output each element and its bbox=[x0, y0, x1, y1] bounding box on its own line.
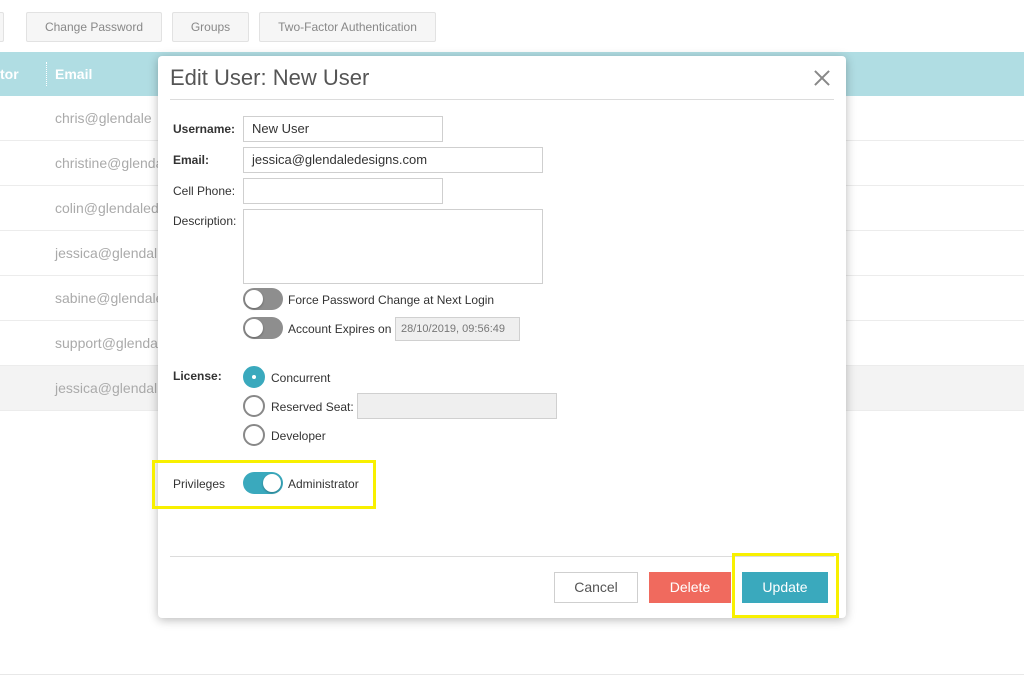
license-concurrent-radio[interactable] bbox=[243, 366, 265, 388]
row-email: support@glenda bbox=[55, 335, 158, 351]
cancel-button[interactable]: Cancel bbox=[554, 572, 638, 603]
force-password-toggle[interactable] bbox=[243, 288, 283, 310]
change-password-button[interactable]: Change Password bbox=[26, 12, 162, 42]
email-label: Email: bbox=[173, 153, 210, 167]
row-email: colin@glendaled bbox=[55, 200, 159, 216]
force-password-label: Force Password Change at Next Login bbox=[288, 293, 495, 307]
row-email: jessica@glendal bbox=[55, 245, 158, 261]
title-divider bbox=[170, 99, 834, 100]
license-developer-label: Developer bbox=[271, 429, 326, 443]
toggle-knob bbox=[245, 290, 263, 308]
username-label: Username: bbox=[173, 122, 236, 136]
privileges-highlight-box bbox=[152, 460, 376, 509]
username-input[interactable]: New User bbox=[243, 116, 443, 142]
column-separator[interactable] bbox=[46, 62, 47, 86]
column-header-email[interactable]: Email bbox=[55, 66, 92, 82]
two-factor-button[interactable]: Two-Factor Authentication bbox=[259, 12, 436, 42]
expiry-date-field[interactable]: 28/10/2019, 09:56:49 bbox=[395, 317, 520, 341]
groups-button[interactable]: Groups bbox=[172, 12, 249, 42]
toolbar-button-partial[interactable] bbox=[0, 12, 4, 42]
license-reserved-label: Reserved Seat: bbox=[271, 400, 354, 414]
dialog-title: Edit User: New User bbox=[170, 65, 370, 90]
description-textarea[interactable] bbox=[243, 209, 543, 284]
row-email: jessica@glendal bbox=[55, 380, 158, 396]
account-expires-label: Account Expires on bbox=[288, 322, 392, 336]
close-icon[interactable] bbox=[810, 66, 834, 90]
row-email: chris@glendale bbox=[55, 110, 152, 126]
license-developer-radio[interactable] bbox=[243, 424, 265, 446]
cell-phone-input[interactable] bbox=[243, 178, 443, 204]
edit-user-dialog: Edit User: New User Username: New User E… bbox=[158, 56, 846, 618]
cell-phone-label: Cell Phone: bbox=[173, 184, 236, 198]
email-input[interactable]: jessica@glendaledesigns.com bbox=[243, 147, 543, 173]
page-divider bbox=[0, 674, 1024, 675]
update-highlight-box bbox=[732, 553, 839, 618]
license-label: License: bbox=[173, 369, 222, 383]
description-label: Description: bbox=[173, 214, 237, 228]
row-email: christine@glenda bbox=[55, 155, 164, 171]
license-concurrent-label: Concurrent bbox=[271, 371, 331, 385]
delete-button[interactable]: Delete bbox=[649, 572, 731, 603]
reserved-seat-input[interactable] bbox=[357, 393, 557, 419]
license-reserved-radio[interactable] bbox=[243, 395, 265, 417]
toggle-knob bbox=[245, 319, 263, 337]
column-header-partial[interactable]: tor bbox=[0, 66, 19, 82]
account-expires-toggle[interactable] bbox=[243, 317, 283, 339]
row-email: sabine@glendale bbox=[55, 290, 164, 306]
